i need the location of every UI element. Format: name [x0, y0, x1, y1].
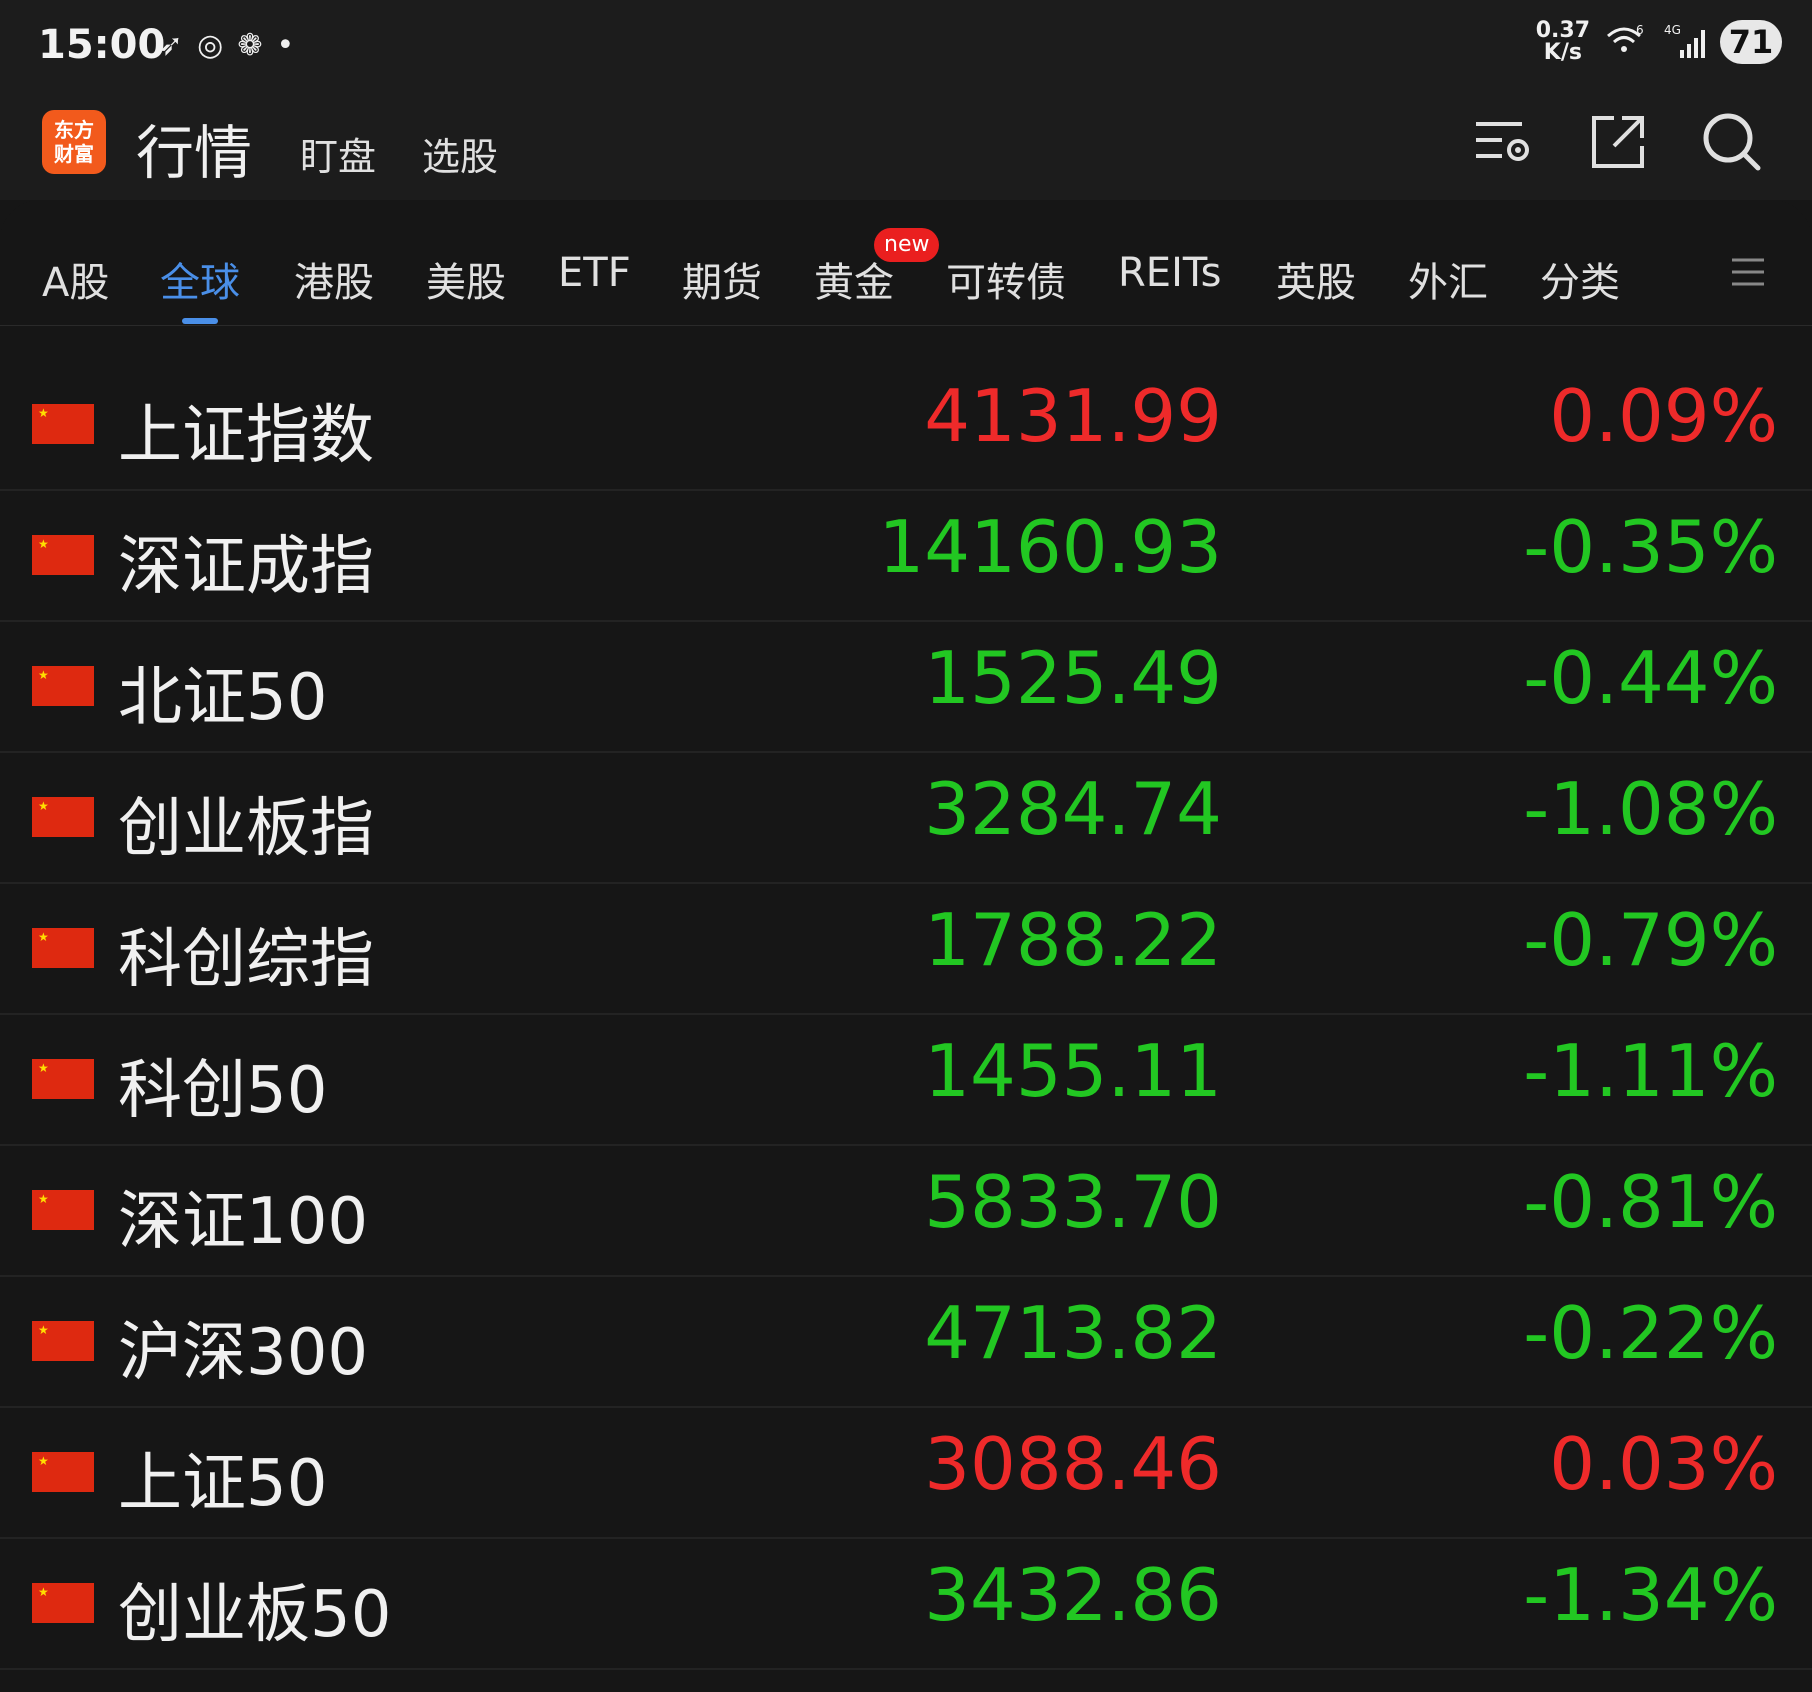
index-name: 上证50	[118, 1447, 328, 1521]
page-title: 行情	[136, 119, 253, 187]
svg-text:6: 6	[1636, 23, 1644, 37]
index-name: 创业板50	[118, 1578, 392, 1652]
external-link-icon[interactable]	[1586, 110, 1650, 174]
tab-futures[interactable]: 期货	[682, 250, 762, 308]
index-name: 科创综指	[118, 923, 374, 997]
tab-a-shares[interactable]: A股	[42, 250, 109, 308]
more-notifications-dot: •	[276, 28, 295, 63]
index-change-percent: 0.09%	[1549, 374, 1778, 458]
notification-icons: ➶ ◎ ❁ •	[158, 26, 294, 66]
index-change-percent: -1.08%	[1523, 767, 1778, 851]
search-icon[interactable]	[1700, 110, 1764, 174]
active-tab-indicator	[182, 318, 218, 324]
tab-forex[interactable]: 外汇	[1408, 250, 1488, 308]
index-price: 14160.93	[878, 505, 1222, 589]
index-name: 深证100	[118, 1185, 369, 1259]
index-price: 3284.74	[924, 767, 1222, 851]
network-speed: 0.37 K/s	[1535, 18, 1590, 65]
cell-signal-icon: 4G	[1664, 23, 1705, 58]
status-right: 0.37 K/s 6 4G 71	[1536, 20, 1782, 64]
index-price: 4131.99	[924, 374, 1222, 458]
china-flag-icon: ★	[32, 404, 94, 444]
eastmoney-logo[interactable]: 东方 财富	[42, 110, 106, 174]
svg-text:4G: 4G	[1664, 23, 1681, 37]
china-flag-icon: ★	[32, 928, 94, 968]
tab-categories[interactable]: 分类	[1540, 250, 1620, 308]
list-settings-icon[interactable]	[1472, 110, 1536, 174]
wifi-icon: 6	[1607, 23, 1644, 52]
index-row[interactable]: ★ 上证指数 4131.99 0.09%	[0, 360, 1812, 491]
tab-global[interactable]: 全球	[160, 250, 240, 308]
new-badge: new	[874, 228, 940, 262]
tab-convertible-bonds[interactable]: 可转债	[946, 250, 1066, 308]
index-row[interactable]: ★ 深证100 5833.70 -0.81%	[0, 1146, 1812, 1277]
market-panel: A股 全球 港股 美股 ETF 期货 黄金 new 可转债 REITs 英股 外…	[0, 200, 1812, 1692]
china-flag-icon: ★	[32, 797, 94, 837]
index-price: 3432.86	[924, 1553, 1222, 1637]
index-change-percent: -1.34%	[1523, 1553, 1778, 1637]
index-row[interactable]: ★ 沪深300 4713.82 -0.22%	[0, 1277, 1812, 1408]
index-change-percent: -0.22%	[1523, 1291, 1778, 1375]
china-flag-icon: ★	[32, 1452, 94, 1492]
index-change-percent: -0.79%	[1523, 898, 1778, 982]
index-price: 1788.22	[924, 898, 1222, 982]
index-price: 1525.49	[924, 636, 1222, 720]
app-header: 东方 财富 行情 盯盘 选股	[0, 100, 1812, 200]
header-tab-stock-picker[interactable]: 选股	[422, 126, 498, 181]
index-name: 科创50	[118, 1054, 328, 1128]
index-price: 1455.11	[924, 1029, 1222, 1113]
weibo-icon: ◎	[197, 28, 224, 63]
status-bar: 15:00 ➶ ◎ ❁ • 0.37 K/s 6 4G 71	[0, 0, 1812, 100]
china-flag-icon: ★	[32, 666, 94, 706]
index-row[interactable]: ★ 深证成指 14160.93 -0.35%	[0, 491, 1812, 622]
index-name: 上证指数	[118, 399, 374, 473]
market-tabs: A股 全球 港股 美股 ETF 期货 黄金 new 可转债 REITs 英股 外…	[0, 200, 1812, 326]
tab-etf[interactable]: ETF	[558, 250, 631, 296]
china-flag-icon: ★	[32, 535, 94, 575]
index-change-percent: -0.81%	[1523, 1160, 1778, 1244]
index-change-percent: 0.03%	[1549, 1422, 1778, 1506]
index-row[interactable]: ★ 创业板指 3284.74 -1.08%	[0, 753, 1812, 884]
index-price: 5833.70	[924, 1160, 1222, 1244]
index-name: 沪深300	[118, 1316, 369, 1390]
index-row[interactable]: ★ 北证50 1525.49 -0.44%	[0, 622, 1812, 753]
battery-indicator: 71	[1720, 20, 1782, 64]
tab-uk-stocks[interactable]: 英股	[1276, 250, 1356, 308]
index-price: 3088.46	[924, 1422, 1222, 1506]
index-row[interactable]: ★ 科创50 1455.11 -1.11%	[0, 1015, 1812, 1146]
menu-icon[interactable]	[1728, 252, 1768, 292]
index-row[interactable]: ★ 创业板50 3432.86 -1.34%	[0, 1539, 1812, 1670]
index-price: 4713.82	[924, 1291, 1222, 1375]
index-change-percent: -0.35%	[1523, 505, 1778, 589]
index-row[interactable]: ★ 科创综指 1788.22 -0.79%	[0, 884, 1812, 1015]
index-change-percent: -1.11%	[1523, 1029, 1778, 1113]
china-flag-icon: ★	[32, 1190, 94, 1230]
tab-hk-stocks[interactable]: 港股	[294, 250, 374, 308]
china-flag-icon: ★	[32, 1321, 94, 1361]
tab-reits[interactable]: REITs	[1118, 250, 1222, 296]
tab-us-stocks[interactable]: 美股	[426, 250, 506, 308]
wechat-icon: ❁	[237, 28, 263, 63]
index-change-percent: -0.44%	[1523, 636, 1778, 720]
index-row[interactable]: ★ 上证50 3088.46 0.03%	[0, 1408, 1812, 1539]
china-flag-icon: ★	[32, 1059, 94, 1099]
china-flag-icon: ★	[32, 1583, 94, 1623]
feather-app-icon: ➶	[158, 28, 184, 63]
index-name: 北证50	[118, 661, 328, 735]
header-tab-watch[interactable]: 盯盘	[300, 126, 376, 181]
index-name: 深证成指	[118, 530, 374, 604]
index-name: 创业板指	[118, 792, 374, 866]
status-time: 15:00	[38, 22, 166, 68]
